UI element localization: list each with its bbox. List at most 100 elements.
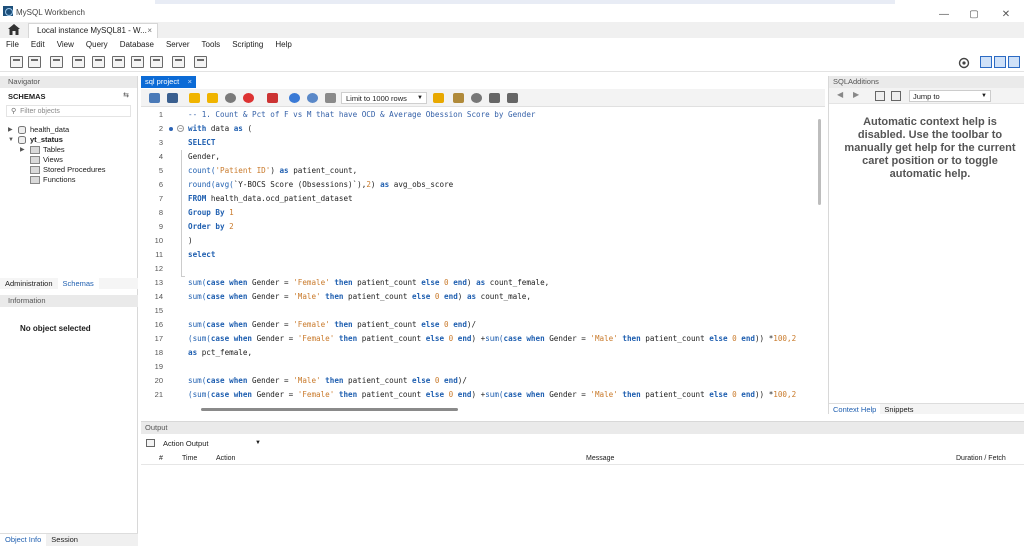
tree-item-stored-procedures[interactable]: Stored Procedures	[0, 165, 137, 175]
menu-help[interactable]: Help	[269, 38, 297, 51]
create-schema-icon[interactable]	[72, 56, 85, 68]
menu-edit[interactable]: Edit	[25, 38, 51, 51]
search-replace-icon[interactable]	[471, 93, 482, 103]
execute-icon[interactable]	[189, 93, 200, 103]
code-line[interactable]: 20 sum(case when Gender = 'Male' then pat…	[141, 374, 825, 388]
create-function-icon[interactable]	[150, 56, 163, 68]
code-line[interactable]: 10)	[141, 234, 825, 248]
toggle-sidebar-icon[interactable]	[980, 56, 992, 68]
toggle-secondary-sidebar-icon[interactable]	[1008, 56, 1020, 68]
expand-arrow-icon[interactable]: ▶	[8, 125, 13, 135]
beautify-icon[interactable]	[433, 93, 444, 103]
tree-item-yt-status[interactable]: ▼ yt_status	[0, 135, 137, 145]
code-line[interactable]: 16 sum(case when Gender = 'Female' then p…	[141, 318, 825, 332]
code-line[interactable]: 15	[141, 304, 825, 318]
expand-arrow-icon[interactable]: ▶	[20, 145, 25, 155]
toggle-error-icon[interactable]	[267, 93, 278, 103]
auto-help-icon[interactable]	[891, 91, 901, 101]
code-line[interactable]: 9 Order by 2	[141, 220, 825, 234]
vertical-scrollbar[interactable]	[818, 119, 821, 205]
menu-server[interactable]: Server	[160, 38, 196, 51]
code-line[interactable]: 1 -- 1. Count & Pct of F vs M that have O…	[141, 108, 825, 122]
create-table-icon[interactable]	[92, 56, 105, 68]
menu-database[interactable]: Database	[114, 38, 160, 51]
menu-scripting[interactable]: Scripting	[226, 38, 269, 51]
column-action[interactable]: Action	[216, 455, 235, 462]
tab-object-info[interactable]: Object Info	[0, 534, 47, 546]
code-line[interactable]: 21 (sum(case when Gender = 'Female' then …	[141, 388, 825, 402]
maximize-button[interactable]: ▢	[966, 8, 982, 22]
search-table-data-icon[interactable]	[172, 56, 185, 68]
toggle-output-icon[interactable]	[994, 56, 1006, 68]
word-wrap-icon[interactable]	[507, 93, 518, 103]
column-duration-fetch[interactable]: Duration / Fetch	[956, 455, 1006, 462]
code-line[interactable]: 13 sum(case when Gender = 'Female' then p…	[141, 276, 825, 290]
refresh-schemas-icon[interactable]: ⇆	[123, 91, 129, 99]
code-line[interactable]: 14 sum(case when Gender = 'Male' then pat…	[141, 290, 825, 304]
back-arrow-icon[interactable]: ◀	[837, 90, 843, 99]
code-line[interactable]: 5 count('Patient ID') as patient_count,	[141, 164, 825, 178]
code-line[interactable]: 18 as pct_female,	[141, 346, 825, 360]
manual-help-icon[interactable]	[875, 91, 885, 101]
execute-current-icon[interactable]	[207, 93, 218, 103]
save-icon[interactable]	[167, 93, 178, 103]
jump-to-select[interactable]: Jump to ▼	[909, 90, 991, 102]
menu-tools[interactable]: Tools	[196, 38, 227, 51]
code-line[interactable]: 4 Gender,	[141, 150, 825, 164]
menu-file[interactable]: File	[0, 38, 25, 51]
gear-icon[interactable]	[958, 57, 970, 69]
code-line[interactable]: 2 − with data as (	[141, 122, 825, 136]
minimize-button[interactable]: —	[936, 8, 952, 22]
code-line[interactable]: 8 Group By 1	[141, 206, 825, 220]
open-file-icon[interactable]	[149, 93, 160, 103]
tree-item-health-data[interactable]: ▶ health_data	[0, 125, 137, 135]
code-line[interactable]: 6 round(avg(`Y-BOCS Score (Obsessions)`),…	[141, 178, 825, 192]
code-line[interactable]: 12	[141, 262, 825, 276]
forward-arrow-icon[interactable]: ▶	[853, 90, 859, 99]
connection-tab-close-icon[interactable]: ×	[147, 24, 152, 38]
explain-icon[interactable]	[225, 93, 236, 103]
commit-icon[interactable]	[289, 93, 300, 103]
find-icon[interactable]	[453, 93, 464, 103]
connection-tab[interactable]: Local instance MySQL81 - W... ×	[28, 23, 158, 38]
tree-item-tables[interactable]: ▶ Tables	[0, 145, 137, 155]
horizontal-scrollbar[interactable]	[201, 408, 458, 411]
column-time[interactable]: Time	[182, 455, 197, 462]
copy-output-icon[interactable]	[146, 439, 155, 447]
open-sql-script-icon[interactable]	[28, 56, 41, 68]
collapse-arrow-icon[interactable]: ▼	[8, 135, 14, 145]
new-sql-tab-icon[interactable]	[10, 56, 23, 68]
column-message[interactable]: Message	[586, 455, 614, 462]
sql-tab-close-icon[interactable]: ×	[188, 76, 192, 88]
autocommit-icon[interactable]	[325, 93, 336, 103]
code-line[interactable]: 3 SELECT	[141, 136, 825, 150]
tab-snippets[interactable]: Snippets	[880, 404, 917, 414]
code-line[interactable]: 17 (sum(case when Gender = 'Female' then …	[141, 332, 825, 346]
column-number[interactable]: #	[159, 455, 163, 462]
invisible-chars-icon[interactable]	[489, 93, 500, 103]
reconnect-icon[interactable]	[194, 56, 207, 68]
tab-context-help[interactable]: Context Help	[829, 404, 881, 414]
home-icon[interactable]	[8, 24, 20, 35]
create-view-icon[interactable]	[112, 56, 125, 68]
inspector-icon[interactable]	[50, 56, 63, 68]
menu-view[interactable]: View	[51, 38, 80, 51]
create-procedure-icon[interactable]	[131, 56, 144, 68]
stop-icon[interactable]	[243, 93, 254, 103]
tab-session[interactable]: Session	[46, 534, 83, 546]
sql-project-tab[interactable]: sql project ×	[141, 76, 196, 88]
close-window-button[interactable]: ✕	[998, 8, 1014, 22]
menu-query[interactable]: Query	[80, 38, 114, 51]
rollback-icon[interactable]	[307, 93, 318, 103]
code-line[interactable]: 7 FROM health_data.ocd_patient_dataset	[141, 192, 825, 206]
output-type-select[interactable]: Action Output ▼	[161, 438, 261, 449]
tab-administration[interactable]: Administration	[0, 278, 58, 289]
limit-rows-select[interactable]: Limit to 1000 rows ▼	[341, 92, 427, 104]
code-area[interactable]: 1 -- 1. Count & Pct of F vs M that have O…	[141, 108, 825, 404]
fold-toggle-icon[interactable]: −	[177, 125, 184, 132]
filter-objects-input[interactable]: ⚲ Filter objects	[6, 105, 131, 117]
tab-schemas[interactable]: Schemas	[57, 278, 99, 289]
tree-item-views[interactable]: Views	[0, 155, 137, 165]
code-line[interactable]: 19	[141, 360, 825, 374]
tree-item-functions[interactable]: Functions	[0, 175, 137, 185]
